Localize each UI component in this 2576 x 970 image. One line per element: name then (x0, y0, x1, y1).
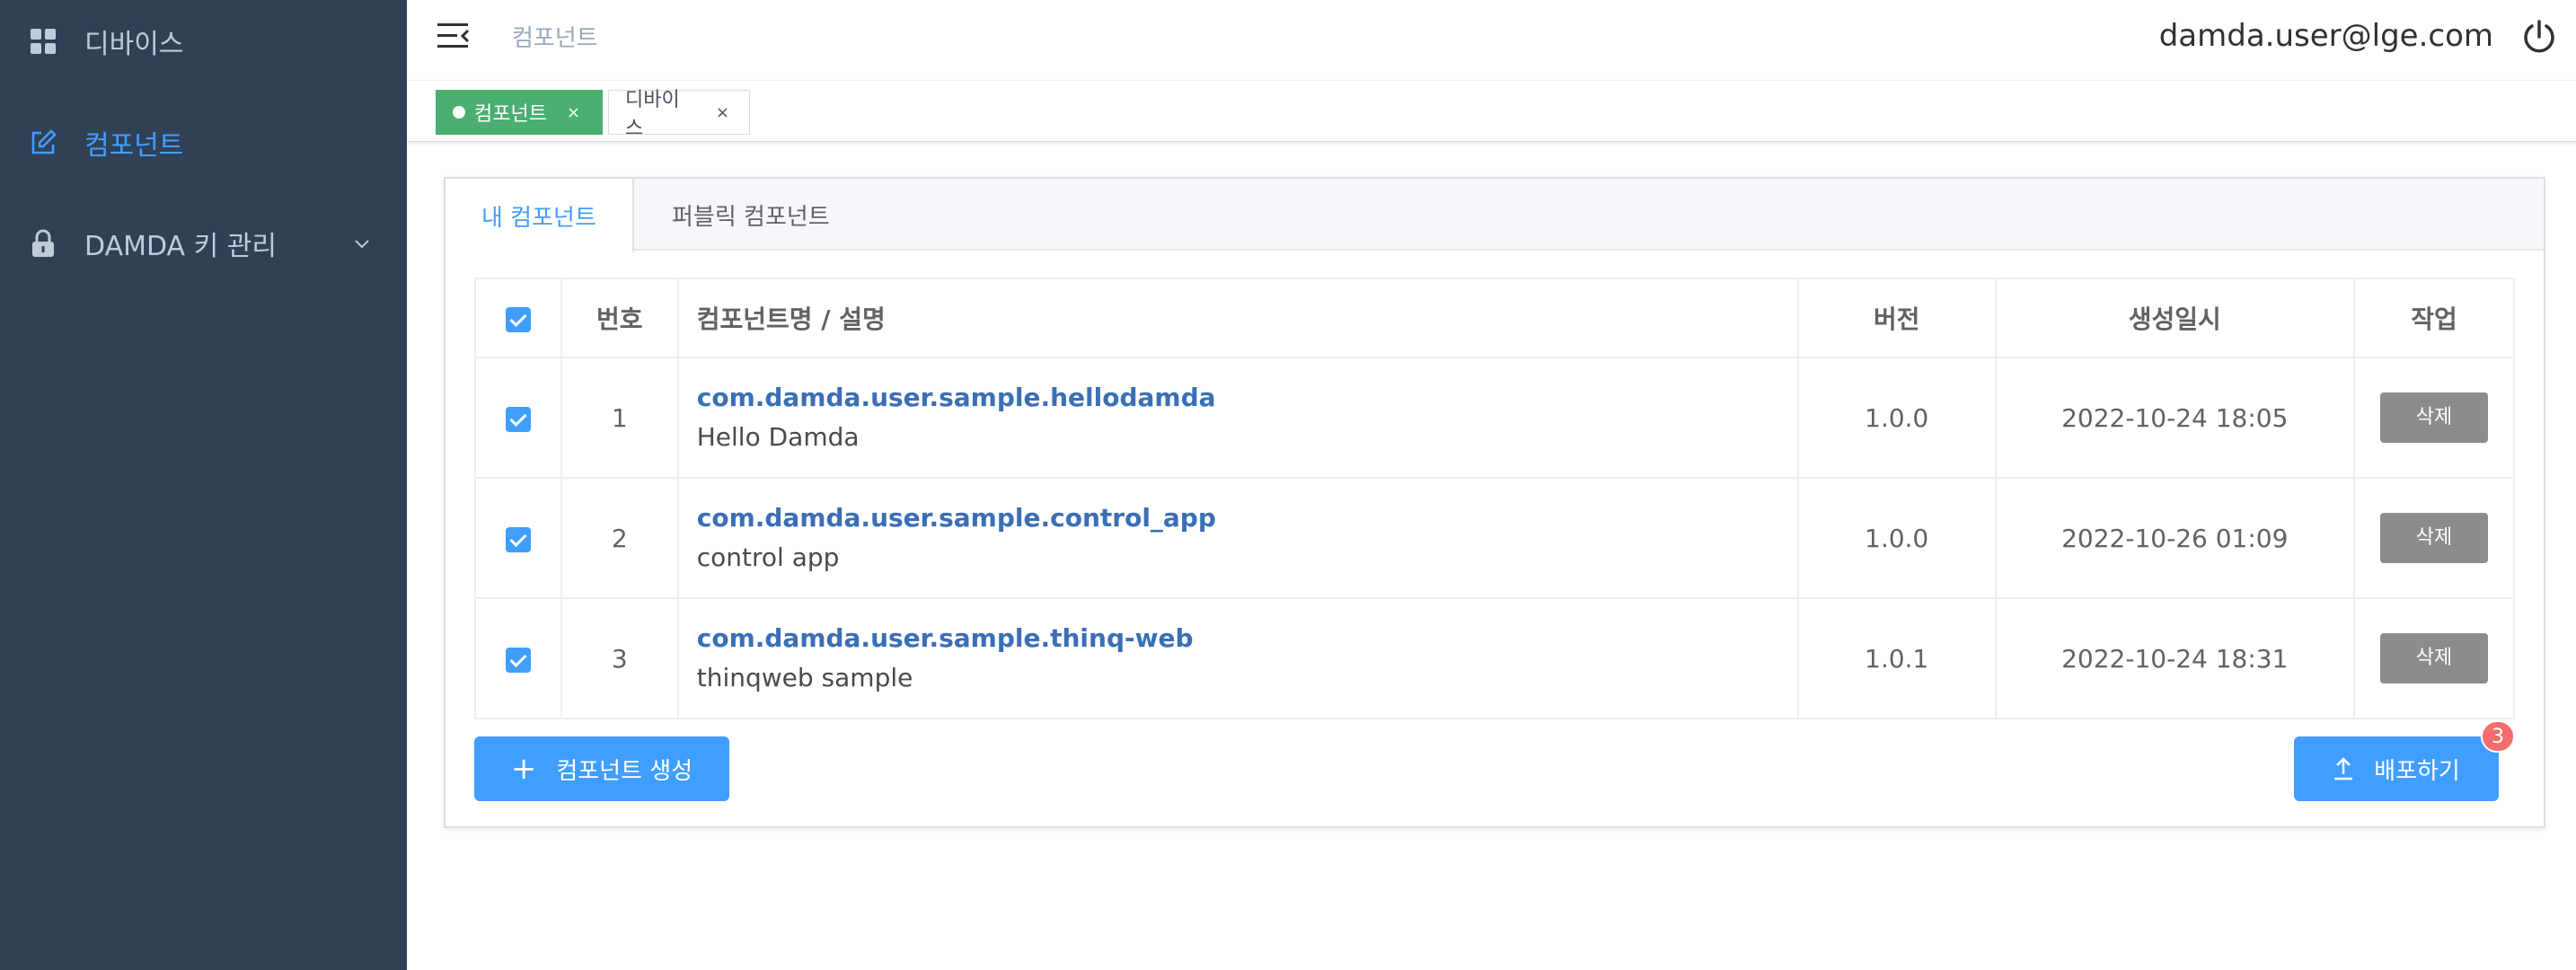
row-number: 3 (560, 597, 679, 719)
table-row: 2 com.damda.user.sample.control_app cont… (474, 477, 2515, 599)
tab-label: 내 컴포넌트 (481, 204, 596, 232)
row-name-cell: com.damda.user.sample.control_app contro… (676, 477, 1799, 599)
component-name-link[interactable]: com.damda.user.sample.control_app (679, 498, 1797, 538)
component-table: 번호 컴포넌트명 / 설명 버전 생성일시 작업 1 com.damda.use… (474, 278, 2515, 719)
row-created: 2022-10-26 01:09 (1994, 477, 2356, 599)
row-checkbox[interactable] (505, 406, 531, 432)
row-action-cell: 삭제 (2353, 597, 2515, 719)
row-created: 2022-10-24 18:31 (1994, 597, 2356, 719)
row-checkbox-cell (474, 357, 562, 479)
delete-button[interactable]: 삭제 (2380, 513, 2489, 563)
sidebar-item-label: 디바이스 (84, 29, 184, 60)
delete-button[interactable]: 삭제 (2380, 392, 2489, 443)
sidebar-item-damda-keys[interactable]: DAMDA 키 관리 (0, 202, 407, 285)
col-action: 작업 (2353, 278, 2515, 358)
row-version: 1.0.0 (1796, 477, 1997, 599)
row-name-cell: com.damda.user.sample.thinq-web thinqweb… (676, 597, 1799, 719)
breadcrumb: 컴포넌트 (512, 25, 598, 52)
chevron-down-icon (353, 234, 371, 252)
deploy-button-label: 배포하기 (2374, 757, 2460, 785)
lock-icon (29, 229, 57, 258)
table-row: 3 com.damda.user.sample.thinq-web thinqw… (474, 597, 2515, 719)
select-all-cell (474, 278, 562, 358)
row-version: 1.0.1 (1796, 597, 1997, 719)
tag-label: 디바이스 (625, 89, 680, 140)
plus-icon: + (510, 751, 537, 787)
deploy-button[interactable]: 배포하기 (2294, 736, 2499, 801)
sidebar-item-devices[interactable]: 디바이스 (0, 0, 407, 83)
tag-label: 컴포넌트 (474, 103, 547, 126)
tab-my-components[interactable]: 내 컴포넌트 (446, 179, 634, 252)
row-created: 2022-10-24 18:05 (1994, 357, 2356, 479)
dashboard-icon (29, 27, 57, 56)
navbar: 컴포넌트 damda.user@lge.com (407, 0, 2576, 81)
tag-components[interactable]: 컴포넌트 × (436, 90, 603, 135)
user-email[interactable]: damda.user@lge.com (2159, 18, 2493, 54)
row-number: 2 (560, 477, 679, 599)
sidebar: 디바이스 컴포넌트 DAMDA 키 관리 (0, 0, 407, 970)
row-checkbox-cell (474, 597, 562, 719)
col-name: 컴포넌트명 / 설명 (676, 278, 1799, 358)
tags-view: 컴포넌트 × 디바이스 × (407, 81, 2576, 142)
row-checkbox[interactable] (505, 526, 531, 552)
component-name-link[interactable]: com.damda.user.sample.hellodamda (679, 378, 1797, 418)
col-version: 버전 (1796, 278, 1997, 358)
component-name-link[interactable]: com.damda.user.sample.thinq-web (679, 619, 1797, 658)
row-checkbox-cell (474, 477, 562, 599)
delete-button[interactable]: 삭제 (2380, 633, 2489, 683)
power-icon[interactable] (2520, 18, 2558, 56)
select-all-checkbox[interactable] (505, 306, 531, 332)
table-row: 1 com.damda.user.sample.hellodamda Hello… (474, 357, 2515, 479)
col-created: 생성일시 (1994, 278, 2356, 358)
table-header-row: 번호 컴포넌트명 / 설명 버전 생성일시 작업 (474, 278, 2515, 358)
sidebar-item-label: 컴포넌트 (84, 130, 184, 162)
tabs-header: 내 컴포넌트 퍼블릭 컴포넌트 (446, 179, 2544, 252)
component-description: control app (696, 542, 840, 572)
row-version: 1.0.0 (1796, 357, 1997, 479)
sidebar-item-label: DAMDA 키 관리 (84, 231, 277, 262)
row-number: 1 (560, 357, 679, 479)
hamburger-icon[interactable] (437, 22, 473, 50)
component-description: thinqweb sample (696, 663, 913, 692)
row-action-cell: 삭제 (2353, 357, 2515, 479)
row-name-cell: com.damda.user.sample.hellodamda Hello D… (676, 357, 1799, 479)
component-description: Hello Damda (696, 422, 860, 452)
close-icon[interactable]: × (716, 103, 729, 122)
tab-public-components[interactable]: 퍼블릭 컴포넌트 (636, 179, 869, 251)
create-button-label: 컴포넌트 생성 (556, 757, 693, 785)
active-dot-icon (453, 106, 465, 119)
col-number: 번호 (560, 278, 679, 358)
row-checkbox[interactable] (505, 647, 531, 673)
row-action-cell: 삭제 (2353, 477, 2515, 599)
tab-label: 퍼블릭 컴포넌트 (672, 203, 830, 231)
edit-icon (29, 128, 57, 157)
upload-icon (2334, 757, 2353, 780)
tag-devices[interactable]: 디바이스 × (608, 89, 750, 140)
deploy-count-badge: 3 (2481, 720, 2515, 753)
sidebar-item-components[interactable]: 컴포넌트 (0, 101, 407, 184)
component-card: 내 컴포넌트 퍼블릭 컴포넌트 번호 컴포넌트명 / 설명 버전 생성일시 작업… (444, 177, 2545, 828)
create-component-button[interactable]: + 컴포넌트 생성 (474, 736, 729, 801)
close-icon[interactable]: × (567, 103, 580, 122)
